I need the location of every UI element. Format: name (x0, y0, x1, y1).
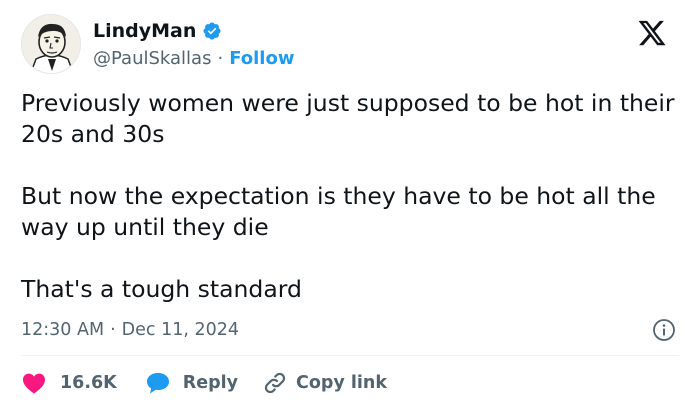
like-button[interactable]: 16.6K (22, 372, 117, 394)
author-handle-row: @PaulSkallas · Follow (93, 46, 294, 70)
tweet-date: Dec 11, 2024 (121, 320, 240, 340)
link-icon (264, 372, 286, 394)
tweet-card: LindyMan @PaulSkallas · Follow Previousl… (0, 0, 700, 408)
reply-label: Reply (182, 373, 239, 393)
follow-button[interactable]: Follow (229, 48, 294, 69)
tweet-text: Previously women were just supposed to b… (21, 88, 686, 305)
tweet-paragraph: Previously women were just supposed to b… (21, 89, 675, 148)
action-bar: 16.6K Reply Copy link (22, 370, 387, 396)
verified-badge-icon (202, 21, 222, 41)
x-logo-icon[interactable] (636, 18, 668, 48)
heart-icon (23, 373, 45, 394)
tweet-time: 12:30 AM (21, 320, 105, 340)
likes-count: 16.6K (60, 373, 117, 393)
author-name-row: LindyMan (93, 18, 222, 44)
handle-separator: · (217, 47, 224, 69)
timestamp-separator: · (110, 320, 116, 340)
author-display-name[interactable]: LindyMan (93, 20, 196, 42)
tweet-timestamp[interactable]: 12:30 AM · Dec 11, 2024 (21, 317, 239, 343)
copy-link-label: Copy link (296, 373, 388, 393)
avatar[interactable] (21, 14, 81, 74)
divider (21, 355, 679, 356)
speech-bubble-icon (146, 373, 169, 394)
author-handle[interactable]: @PaulSkallas (93, 48, 211, 69)
tweet-paragraph: But now the expectation is they have to … (21, 182, 656, 241)
info-icon[interactable] (652, 318, 676, 342)
reply-button[interactable]: Reply (145, 371, 238, 395)
avatar-illustration-icon (22, 15, 80, 73)
copy-link-button[interactable]: Copy link (262, 370, 387, 396)
tweet-paragraph: That's a tough standard (21, 275, 302, 303)
